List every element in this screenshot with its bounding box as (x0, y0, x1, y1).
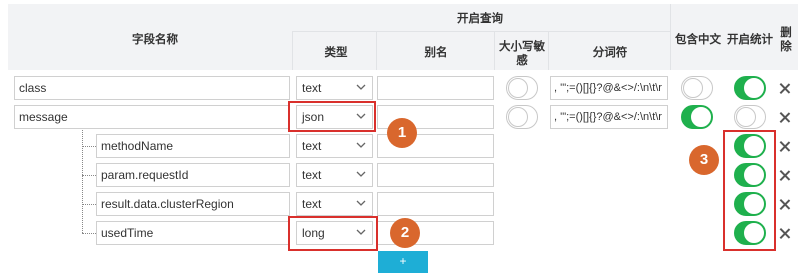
type-select-value: text (302, 81, 322, 95)
type-select[interactable]: text (296, 192, 373, 216)
type-select-value: text (302, 139, 322, 153)
header-enable-query: 开启查询 (457, 13, 503, 25)
case-sensitive-toggle[interactable] (506, 76, 538, 100)
header-delete-line1: 删 (780, 27, 792, 39)
field-name-input[interactable]: param.requestId (96, 163, 290, 187)
field-name-input[interactable]: usedTime (96, 221, 290, 245)
header-divider (548, 31, 549, 70)
type-select-value: text (302, 168, 322, 182)
field-name-input[interactable]: methodName (96, 134, 290, 158)
type-select[interactable]: text (296, 163, 373, 187)
header-alias: 别名 (424, 47, 448, 59)
highlight-box (288, 216, 378, 251)
tree-connector (82, 146, 96, 147)
enable-stats-toggle[interactable] (734, 76, 766, 100)
case-sensitive-toggle[interactable] (506, 105, 538, 129)
field-name-input[interactable]: message (14, 105, 290, 129)
header-divider (292, 31, 293, 70)
header-divider (494, 31, 495, 70)
header-delete-line2: 除 (780, 41, 792, 53)
header-type: 类型 (324, 47, 348, 59)
close-icon[interactable] (779, 112, 790, 123)
tree-connector (82, 175, 96, 176)
chevron-down-icon (356, 200, 366, 206)
type-select-value: text (302, 197, 322, 211)
header-divider (292, 4, 293, 31)
header-tokenizer: 分词符 (592, 47, 628, 59)
annotation-badge: 2 (390, 218, 420, 248)
chevron-down-icon (356, 171, 366, 177)
close-icon[interactable] (779, 228, 790, 239)
type-select[interactable]: text (296, 76, 373, 100)
include-chinese-toggle[interactable] (681, 76, 713, 100)
enable-stats-toggle[interactable] (734, 105, 766, 129)
alias-input[interactable] (377, 192, 494, 216)
chevron-down-icon (356, 142, 366, 148)
header-enable-stats: 开启统计 (727, 34, 773, 46)
field-name-input[interactable]: class (14, 76, 290, 100)
close-icon[interactable] (779, 199, 790, 210)
header-divider (376, 31, 377, 70)
header-include-chinese: 包含中文 (675, 34, 721, 46)
highlight-box (723, 130, 776, 251)
annotation-badge: 3 (689, 145, 719, 175)
header-divider (670, 4, 671, 70)
header-case-sensitive-line1: 大小写敏 (499, 41, 545, 53)
add-field-button[interactable]: + (378, 251, 428, 273)
tokenizer-input[interactable]: , '";=()[]{}?@&<>/:\n\t\r (550, 76, 668, 100)
header-case-sensitive-line2: 感 (516, 55, 528, 67)
alias-input[interactable] (377, 76, 494, 100)
close-icon[interactable] (779, 141, 790, 152)
field-name-input[interactable]: result.data.clusterRegion (96, 192, 290, 216)
include-chinese-toggle[interactable] (681, 105, 713, 129)
annotation-badge: 1 (387, 118, 417, 148)
alias-input[interactable] (377, 163, 494, 187)
header-divider (292, 31, 670, 32)
type-select[interactable]: text (296, 134, 373, 158)
tree-connector (82, 233, 96, 234)
chevron-down-icon (356, 84, 366, 90)
close-icon[interactable] (779, 83, 790, 94)
tree-connector (82, 204, 96, 205)
header-field-name: 字段名称 (132, 34, 178, 46)
tokenizer-input[interactable]: , '";=()[]{}?@&<>/:\n\t\r (550, 105, 668, 129)
close-icon[interactable] (779, 170, 790, 181)
highlight-box (288, 101, 376, 132)
